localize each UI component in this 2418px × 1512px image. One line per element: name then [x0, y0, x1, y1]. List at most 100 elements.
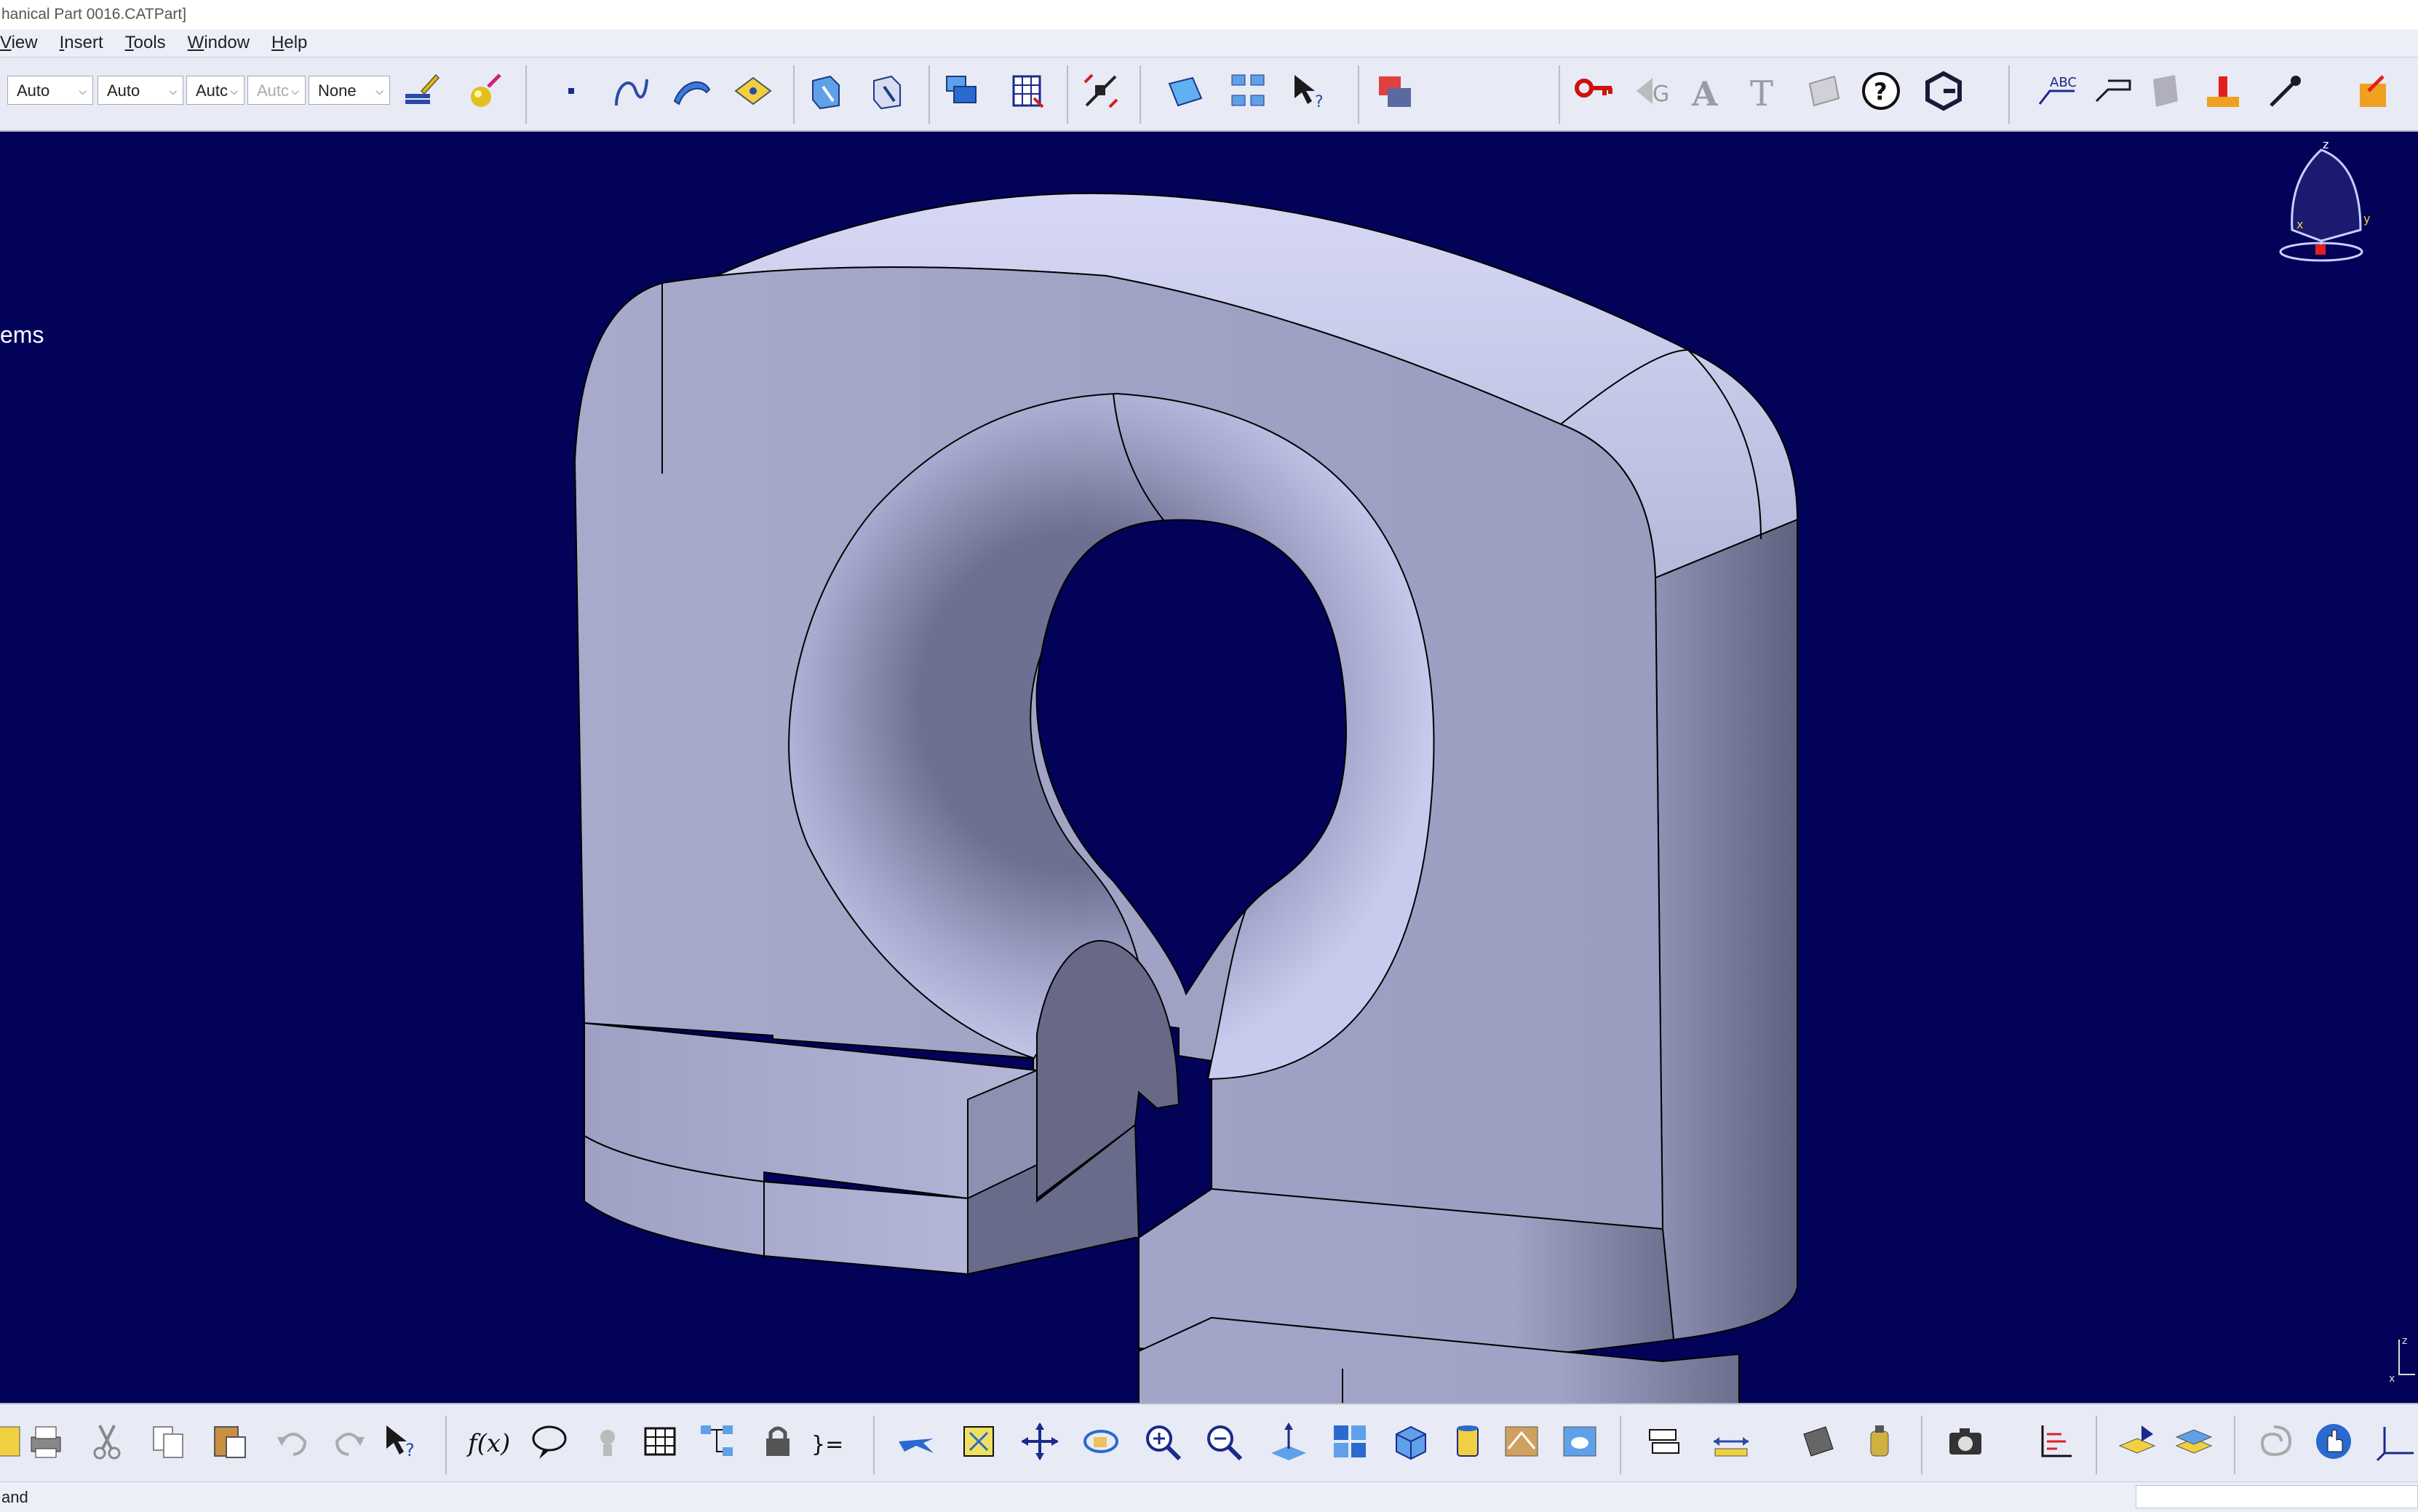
combo-value: None — [318, 81, 357, 100]
formula-icon[interactable]: f(x) — [464, 1419, 509, 1464]
key-icon[interactable] — [1572, 68, 1617, 114]
compass-z-label: z — [2323, 138, 2328, 151]
view-annotation-icon[interactable] — [2142, 68, 2187, 114]
apply-material-icon[interactable] — [463, 68, 508, 114]
measure-inertia-bottom-icon[interactable] — [1857, 1419, 1902, 1464]
point-icon[interactable] — [549, 68, 594, 114]
stack-icon[interactable] — [1642, 1419, 1687, 1464]
lock-icon[interactable] — [755, 1419, 800, 1464]
axis-compass-icon[interactable] — [2374, 1419, 2418, 1464]
redo-icon[interactable] — [326, 1419, 371, 1464]
3d-viewport[interactable]: ems z x y z x — [0, 132, 2418, 1403]
text-leader-icon[interactable]: ABC — [2033, 68, 2078, 114]
app-logo-icon[interactable] — [1921, 68, 1966, 114]
sketch-analysis-icon[interactable] — [803, 68, 848, 114]
line-type-combo[interactable]: Auto ⌵ — [98, 76, 183, 105]
menu-view[interactable]: View — [0, 33, 38, 53]
measure-item-icon[interactable] — [1796, 1419, 1841, 1464]
menu-window[interactable]: Window — [188, 33, 250, 53]
annotation-icon[interactable] — [1802, 68, 1847, 114]
command-input[interactable] — [2136, 1485, 2418, 1508]
text-t-icon[interactable]: T — [1742, 68, 1787, 114]
svg-text:?: ? — [1874, 78, 1888, 106]
measure-inertia-icon[interactable] — [1372, 68, 1417, 114]
paste-icon[interactable] — [207, 1419, 252, 1464]
text-a-icon[interactable]: A — [1684, 68, 1729, 114]
svg-text:}=: }= — [811, 1432, 843, 1457]
tree-structure-icon[interactable] — [694, 1419, 739, 1464]
lamp-icon[interactable] — [585, 1419, 630, 1464]
part-geometry[interactable] — [0, 132, 2418, 1403]
swap-visible-space-icon[interactable] — [1557, 1419, 1602, 1464]
table-icon[interactable] — [1004, 68, 1049, 114]
satellite-icon[interactable] — [1078, 68, 1124, 114]
compass-widget[interactable]: z x y — [2270, 135, 2372, 274]
zoom-in-icon[interactable] — [1140, 1419, 1185, 1464]
create-layer-icon[interactable] — [2115, 1419, 2160, 1464]
toolbar-separator — [1921, 1416, 1922, 1474]
select-hand-icon[interactable] — [2311, 1419, 2356, 1464]
menu-help[interactable]: Help — [271, 33, 307, 53]
spline-icon[interactable] — [608, 68, 653, 114]
combo-value: Auto — [17, 81, 50, 100]
toolbar-separator — [445, 1416, 447, 1474]
svg-text:T: T — [1750, 73, 1773, 113]
point-symbol-combo[interactable]: Autc ⌵ — [247, 76, 306, 105]
line-weight-combo[interactable]: Autc ⌵ — [186, 76, 244, 105]
svg-text:?: ? — [1315, 93, 1324, 111]
stamp-icon[interactable] — [2200, 68, 2246, 114]
leader-arrow-icon[interactable] — [2263, 68, 2308, 114]
knowledge-advisor-icon[interactable] — [527, 1419, 572, 1464]
gear-settings-icon[interactable]: G — [1630, 68, 1675, 114]
isometric-view-icon[interactable] — [1388, 1419, 1433, 1464]
pan-icon[interactable] — [1017, 1419, 1062, 1464]
svg-text:z: z — [2402, 1335, 2407, 1347]
swirl-icon[interactable] — [2251, 1419, 2296, 1464]
normal-view-icon[interactable] — [1266, 1419, 1311, 1464]
toolbar-separator — [1358, 65, 1359, 124]
flag-note-icon[interactable] — [2090, 68, 2135, 114]
layer-filter-icon[interactable] — [2171, 1419, 2216, 1464]
design-table-icon[interactable] — [637, 1419, 683, 1464]
toolbar-separator — [2008, 65, 2010, 124]
sheet-metal-icon[interactable] — [1163, 68, 1208, 114]
hide-show-icon[interactable] — [1499, 1419, 1544, 1464]
layer-combo[interactable]: None ⌵ — [309, 76, 390, 105]
line-color-combo[interactable]: Auto ⌵ — [7, 76, 93, 105]
axis-indicator: z x — [2389, 1335, 2415, 1383]
whats-this-icon[interactable]: ? — [378, 1419, 423, 1464]
toolbar-separator — [525, 65, 527, 124]
plane-icon[interactable] — [731, 68, 776, 114]
select-help-icon[interactable]: ? — [1286, 68, 1332, 114]
sketch-solving-icon[interactable] — [864, 68, 910, 114]
fit-all-icon[interactable] — [956, 1419, 1001, 1464]
svg-text:x: x — [2389, 1373, 2395, 1383]
menu-insert[interactable]: Insert — [60, 33, 103, 53]
toolbar-separator — [1559, 65, 1560, 124]
camera-icon[interactable] — [1943, 1419, 1988, 1464]
equation-icon[interactable]: }= — [808, 1419, 853, 1464]
help-icon[interactable]: ? — [1858, 68, 1904, 114]
rotate-icon[interactable] — [1078, 1419, 1124, 1464]
copy-icon[interactable] — [146, 1419, 191, 1464]
window-title-bar: hanical Part 0016.CATPart] — [0, 0, 2418, 29]
cut-icon[interactable] — [84, 1419, 130, 1464]
part-side-face — [1654, 518, 1798, 1341]
svg-text:A: A — [1691, 74, 1719, 113]
catalog-icon[interactable] — [939, 68, 984, 114]
toolbar-separator — [1067, 65, 1068, 124]
fly-mode-icon[interactable] — [894, 1419, 939, 1464]
shading-icon[interactable] — [1445, 1419, 1490, 1464]
painter-icon[interactable] — [399, 68, 444, 114]
extrude-surface-icon[interactable] — [669, 68, 715, 114]
undo-icon[interactable] — [271, 1419, 316, 1464]
svg-text:f(x): f(x) — [466, 1429, 509, 1458]
multi-view-panels-icon[interactable] — [1327, 1419, 1372, 1464]
multi-view-icon[interactable] — [1225, 68, 1270, 114]
hand-tool-icon[interactable] — [2353, 68, 2398, 114]
print-icon[interactable] — [23, 1419, 68, 1464]
zoom-out-icon[interactable] — [1201, 1419, 1246, 1464]
axis-system-icon[interactable] — [2032, 1419, 2077, 1464]
measure-between-icon[interactable] — [1709, 1419, 1754, 1464]
menu-tools[interactable]: Tools — [125, 33, 166, 53]
